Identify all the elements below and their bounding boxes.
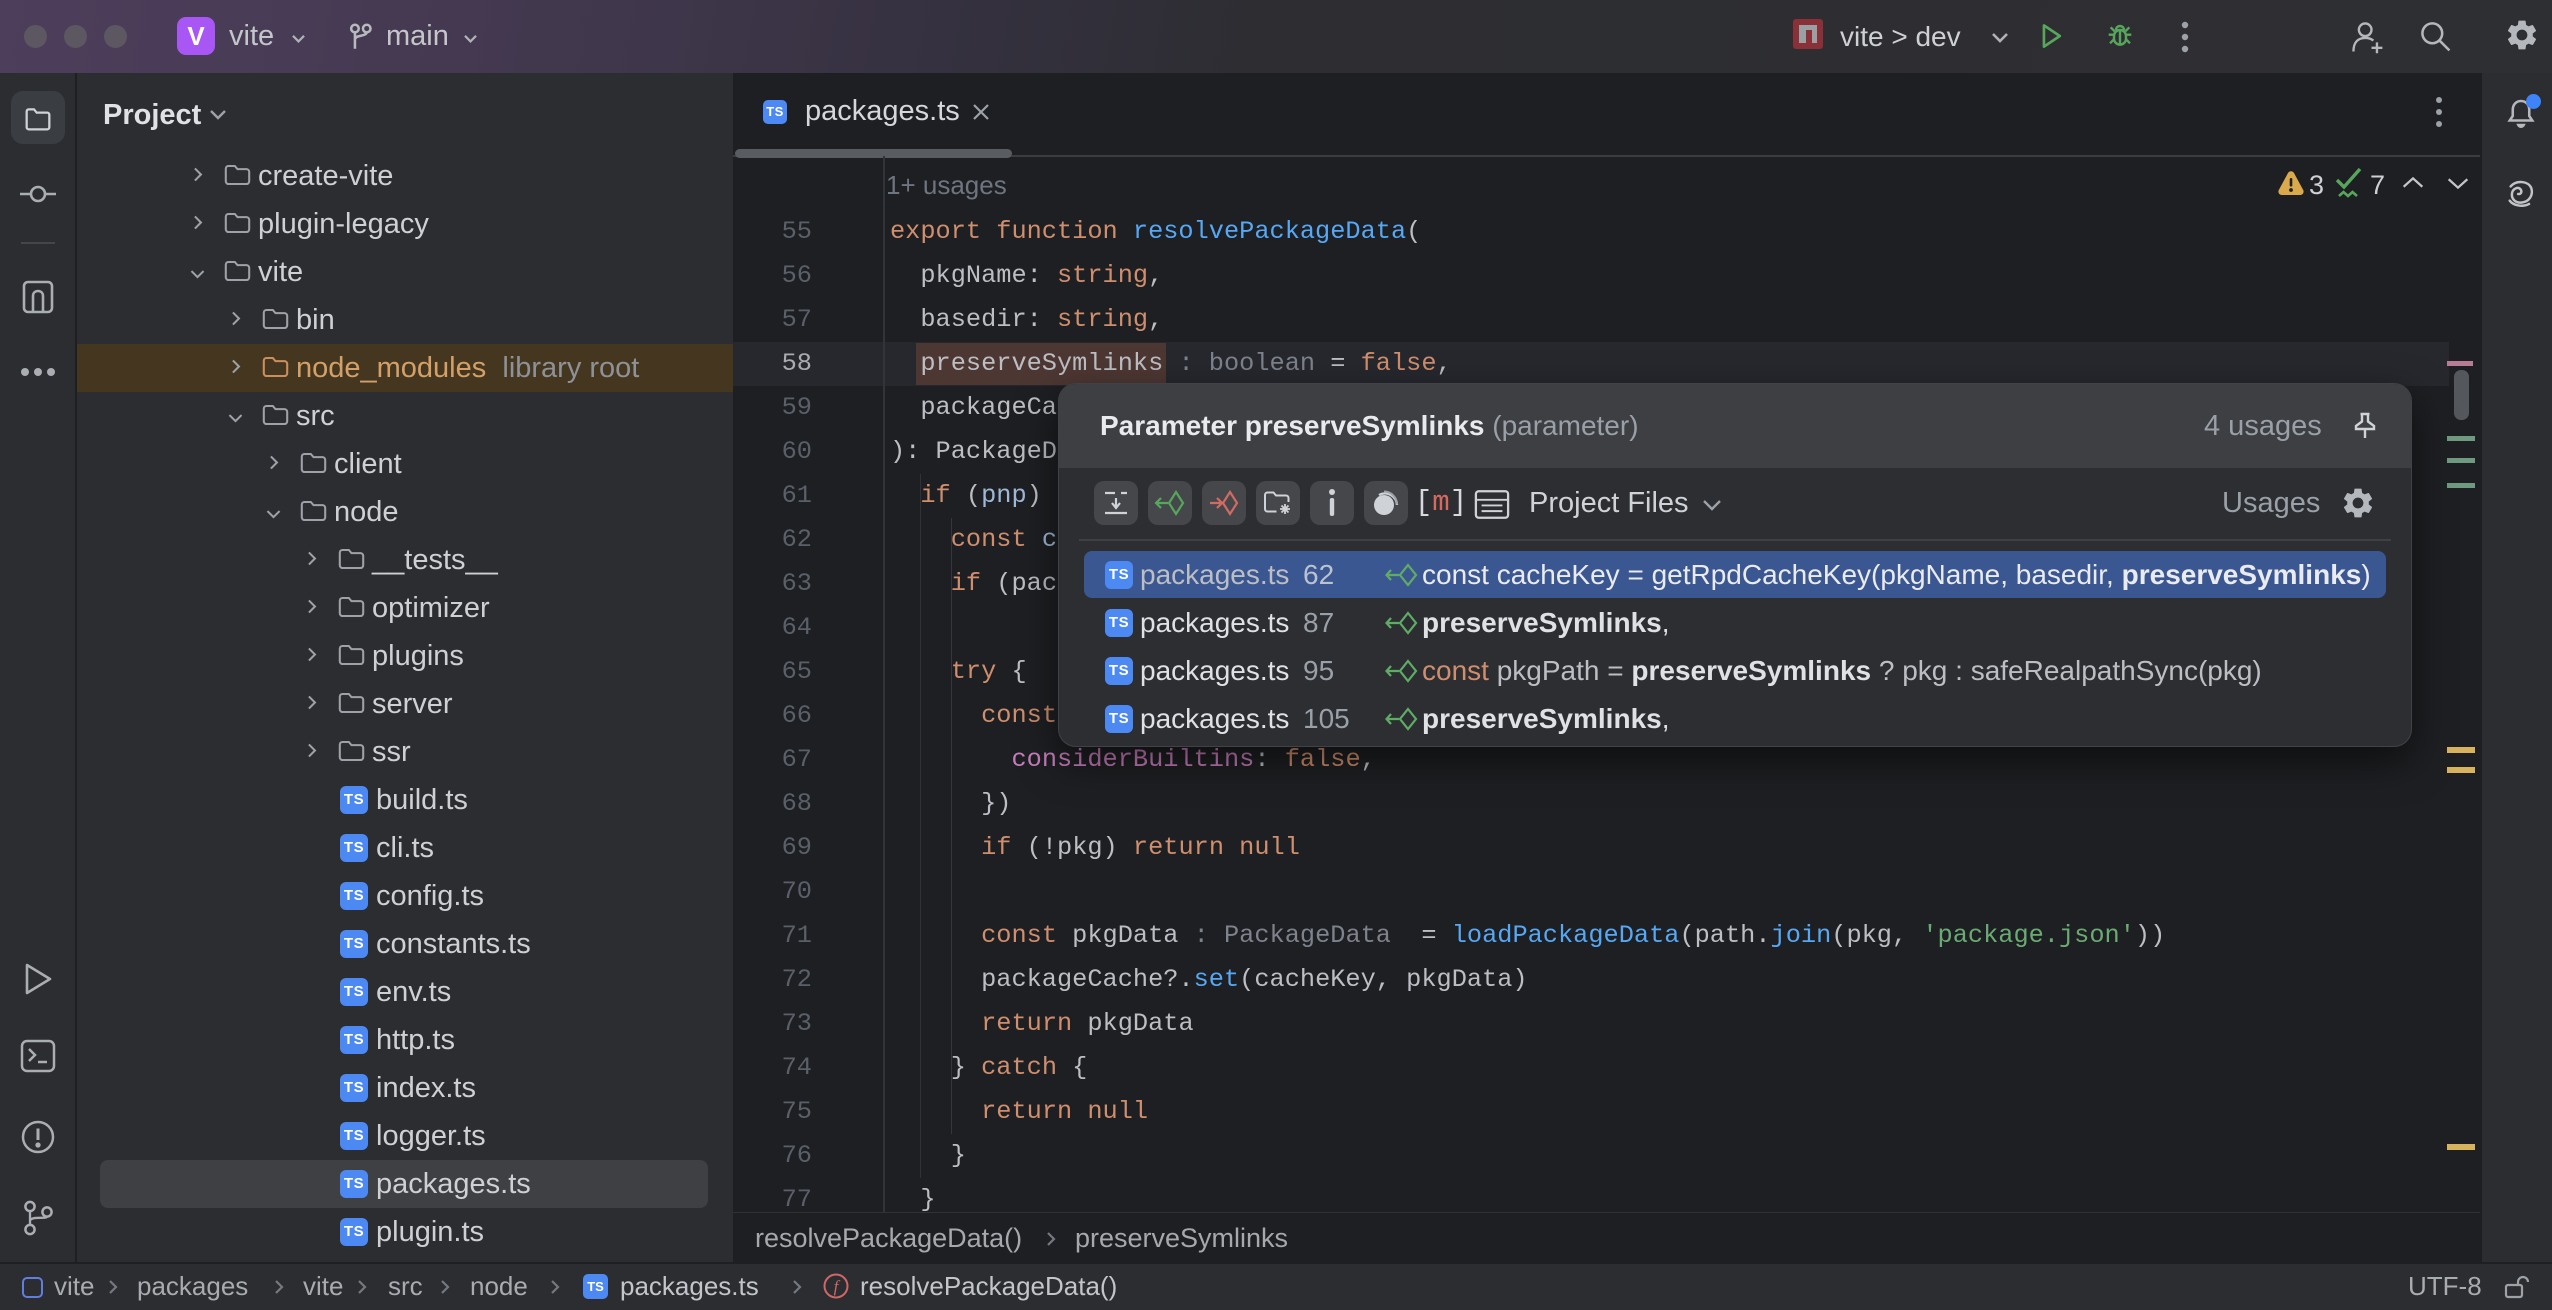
svg-text:f: f bbox=[834, 1277, 841, 1296]
